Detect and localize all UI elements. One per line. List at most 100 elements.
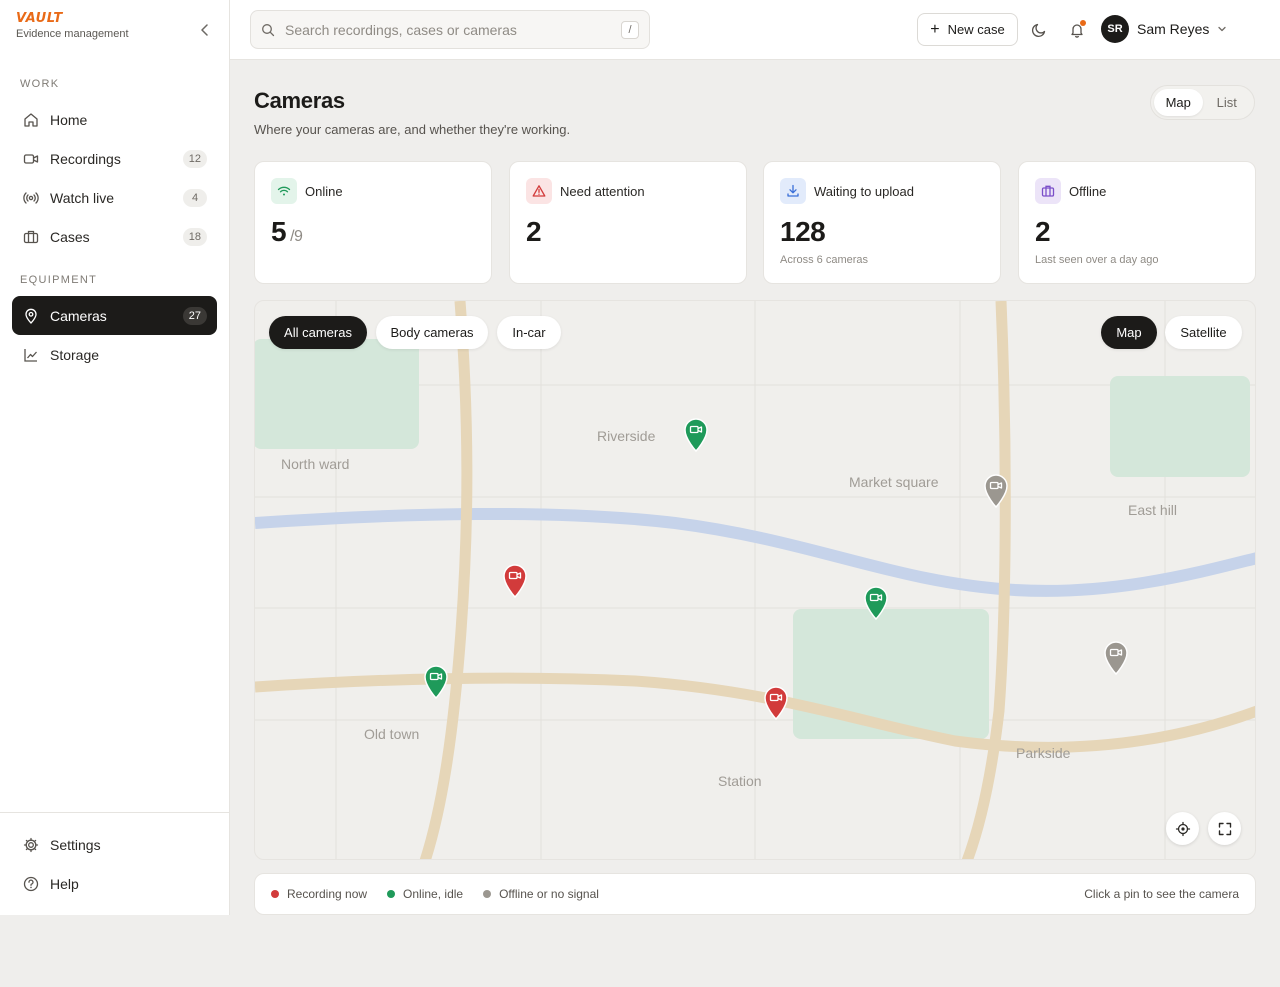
stat-footnote: Last seen over a day ago	[1035, 254, 1159, 266]
search-icon	[261, 23, 275, 37]
legend-dot	[483, 890, 492, 898]
download-icon	[787, 184, 799, 197]
view-toggle-map[interactable]: Map	[1154, 89, 1203, 116]
stat-label: Need attention	[560, 184, 645, 199]
brand-logo: VAULT	[16, 11, 63, 26]
legend-dot	[271, 890, 279, 898]
legend-label: Offline or no signal	[499, 887, 599, 901]
briefcase-icon	[22, 228, 40, 246]
stat-card-need-attention[interactable]: Need attention 2	[509, 161, 747, 284]
sidebar-item-label: Recordings	[50, 150, 121, 167]
layer-satellite[interactable]: Satellite	[1165, 316, 1242, 349]
home-icon	[22, 111, 40, 129]
filter-in-car[interactable]: In-car	[497, 316, 561, 349]
map-legend: Recording now Online, idle Offline or no…	[254, 873, 1256, 915]
nav-section-equipment: EQUIPMENT	[20, 274, 98, 286]
new-case-label: New case	[947, 22, 1005, 37]
notification-dot	[1080, 20, 1086, 26]
gear-icon	[22, 836, 40, 854]
sidebar-item-label: Cameras	[50, 307, 107, 324]
user-menu[interactable]: SR Sam Reyes	[1101, 15, 1227, 43]
expand-icon	[1218, 822, 1231, 835]
brand[interactable]: VAULT Evidence management	[16, 11, 129, 41]
camera-pin[interactable]	[763, 686, 789, 720]
sidebar-item-recordings[interactable]: Recordings 12	[12, 139, 217, 178]
place-label: Riverside	[597, 428, 656, 444]
stat-card-online[interactable]: Online 5/9	[254, 161, 492, 284]
stat-value: 2	[526, 216, 542, 247]
count-badge: 27	[182, 306, 207, 325]
stat-value: 128	[780, 216, 826, 247]
warning-icon	[532, 185, 546, 197]
new-case-button[interactable]: + New case	[917, 13, 1018, 46]
stat-label: Online	[305, 184, 343, 199]
camera-pin[interactable]	[683, 418, 709, 452]
stat-label: Waiting to upload	[814, 184, 914, 199]
search-box[interactable]: /	[250, 10, 650, 49]
brand-subtitle: Evidence management	[16, 28, 129, 40]
briefcase-icon	[1041, 185, 1055, 197]
count-badge: 12	[182, 149, 207, 168]
sidebar-item-watch-live[interactable]: Watch live 4	[12, 178, 217, 217]
view-toggle-list[interactable]: List	[1203, 89, 1252, 116]
search-input[interactable]	[285, 21, 621, 38]
sidebar: VAULT Evidence management WORK Home Reco…	[0, 0, 230, 915]
stat-label: Offline	[1069, 184, 1107, 199]
park-area	[793, 609, 989, 739]
park-area	[1110, 376, 1250, 477]
sidebar-item-home[interactable]: Home	[12, 100, 217, 139]
camera-pin[interactable]	[983, 474, 1009, 508]
legend-hint: Click a pin to see the camera	[1084, 887, 1239, 901]
chevron-left-icon	[201, 24, 208, 36]
count-badge: 4	[183, 188, 207, 207]
stat-value-number: 5	[271, 216, 287, 247]
camera-pin[interactable]	[502, 564, 528, 598]
legend-item: Recording now	[271, 887, 367, 901]
sidebar-item-label: Settings	[50, 836, 101, 853]
sidebar-item-label: Storage	[50, 346, 100, 363]
locate-button[interactable]	[1166, 812, 1199, 845]
filter-body-cameras[interactable]: Body cameras	[376, 316, 488, 349]
chart-icon	[22, 346, 40, 364]
filter-all-cameras[interactable]: All cameras	[269, 316, 367, 349]
stat-footnote: Across 6 cameras	[780, 254, 869, 266]
camera-pin[interactable]	[423, 665, 449, 699]
collapse-sidebar-button[interactable]	[196, 21, 214, 39]
place-label: Parkside	[1016, 745, 1071, 761]
user-name: Sam Reyes	[1137, 21, 1210, 37]
page-title: Cameras	[254, 88, 345, 113]
stat-card-offline[interactable]: Offline 2 Last seen over a day ago	[1018, 161, 1256, 284]
crosshair-icon	[1175, 821, 1190, 836]
stat-icon-bg	[1035, 178, 1061, 204]
avatar: SR	[1101, 15, 1129, 43]
camera-pin[interactable]	[1103, 641, 1129, 675]
nav-section-work: WORK	[20, 78, 60, 90]
sidebar-item-settings[interactable]: Settings	[12, 825, 217, 864]
camera-pin[interactable]	[863, 586, 889, 620]
fullscreen-button[interactable]	[1208, 812, 1241, 845]
map-pin-icon	[22, 307, 40, 325]
sidebar-item-label: Watch live	[50, 189, 115, 206]
page-subtitle: Where your cameras are, and whether they…	[254, 122, 571, 137]
sidebar-item-cases[interactable]: Cases 18	[12, 217, 217, 256]
place-label: Market square	[849, 474, 939, 490]
stat-card-waiting-to-upload[interactable]: Waiting to upload 128 Across 6 cameras	[763, 161, 1001, 284]
video-icon	[22, 150, 40, 168]
notifications-button[interactable]	[1065, 18, 1089, 42]
park-area	[255, 339, 419, 449]
topbar: / + New case SR Sam Reyes	[230, 0, 1280, 60]
stat-icon-bg	[780, 178, 806, 204]
layer-map[interactable]: Map	[1101, 316, 1157, 349]
plus-icon: +	[930, 20, 940, 38]
place-label: Old town	[364, 726, 420, 742]
place-label: Station	[718, 773, 762, 789]
chevron-down-icon	[1217, 24, 1227, 34]
legend-dot	[387, 890, 396, 898]
sidebar-divider	[0, 812, 229, 813]
sidebar-item-label: Home	[50, 111, 88, 128]
theme-toggle-button[interactable]	[1027, 18, 1051, 42]
sidebar-item-cameras[interactable]: Cameras 27	[12, 296, 217, 335]
sidebar-item-storage[interactable]: Storage	[12, 335, 217, 374]
camera-map[interactable]: All cameras Body cameras In-car Map Sate…	[254, 300, 1256, 860]
sidebar-item-help[interactable]: Help	[12, 864, 217, 903]
